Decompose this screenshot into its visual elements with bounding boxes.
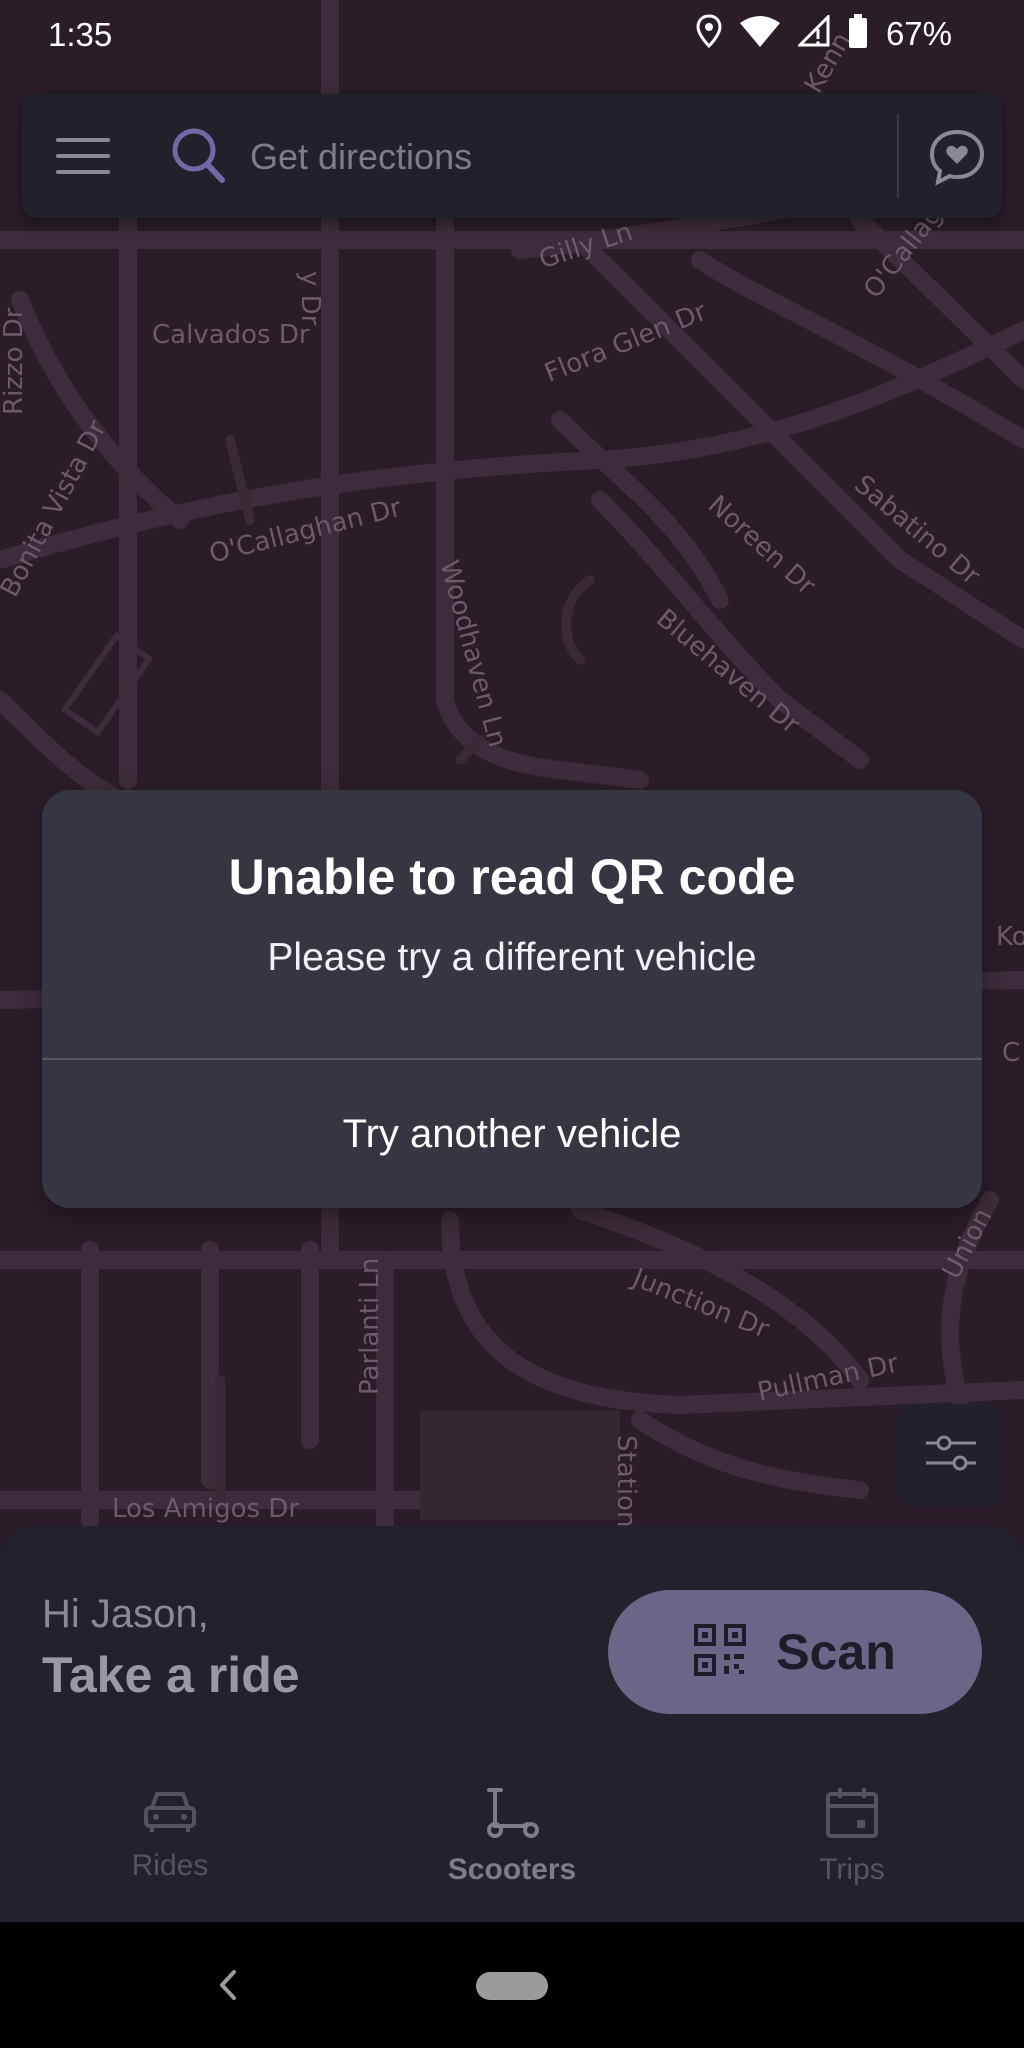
wifi-icon (739, 15, 780, 52)
street-label: Parlanti Ln (355, 1257, 385, 1395)
hamburger-menu-icon (56, 138, 110, 192)
nav-label: Rides (131, 1849, 209, 1882)
system-back-button[interactable] (208, 1962, 248, 2008)
sliders-icon (924, 1431, 978, 1480)
back-chevron-icon (208, 1970, 248, 2012)
search-divider (897, 114, 899, 198)
battery-icon (848, 14, 868, 53)
dialog-message: Please try a different vehicle (267, 936, 757, 979)
street-label: Station (611, 1435, 641, 1528)
street-label: Calvados Dr (152, 320, 310, 350)
location-icon (696, 14, 722, 53)
menu-button[interactable] (56, 124, 146, 188)
street-label: Los Amigos Dr (112, 1494, 300, 1524)
street-label: C (1002, 1038, 1021, 1068)
chat-button[interactable] (922, 120, 992, 192)
street-label: Rizzo Dr (0, 307, 29, 415)
calendar-icon (825, 1786, 879, 1845)
system-home-button[interactable] (476, 1972, 548, 2000)
street-label: Ko (996, 922, 1024, 952)
signal-icon (796, 13, 830, 52)
scooter-icon (483, 1786, 541, 1845)
system-nav-bar (0, 1922, 1024, 2048)
dialog-title: Unable to read QR code (228, 849, 796, 905)
scan-label: Scan (776, 1624, 896, 1680)
greeting-text: Hi Jason, (42, 1592, 209, 1636)
qr-error-dialog: Unable to read QR code Please try a diff… (42, 790, 982, 1208)
bottom-nav: Rides Scooters Trips (0, 1786, 1024, 1922)
car-icon (142, 1786, 198, 1841)
street-label: y Dr (295, 271, 325, 326)
headline-text: Take a ride (42, 1647, 300, 1703)
search-input[interactable] (248, 126, 852, 188)
nav-trips[interactable]: Trips (722, 1786, 982, 1922)
search-bar (22, 94, 1002, 218)
status-time: 1:35 (48, 16, 113, 53)
chat-bubble-heart-icon (922, 129, 992, 196)
search-icon (170, 126, 226, 189)
nav-scooters[interactable]: Scooters (382, 1786, 642, 1922)
scan-button[interactable]: Scan (608, 1590, 982, 1714)
try-another-vehicle-button[interactable]: Try another vehicle (42, 1060, 982, 1208)
nav-rides[interactable]: Rides (40, 1786, 300, 1922)
nav-label: Scooters (447, 1853, 577, 1886)
status-icons: 67% (696, 13, 952, 53)
battery-percent: 67% (885, 14, 952, 52)
qr-code-icon (694, 1623, 747, 1681)
status-bar: 1:35 67% (0, 0, 1024, 72)
filter-button[interactable] (898, 1404, 1004, 1506)
nav-label: Trips (819, 1853, 885, 1886)
bottom-sheet: Hi Jason, Take a ride Scan Rides Scooter… (0, 1526, 1024, 1922)
